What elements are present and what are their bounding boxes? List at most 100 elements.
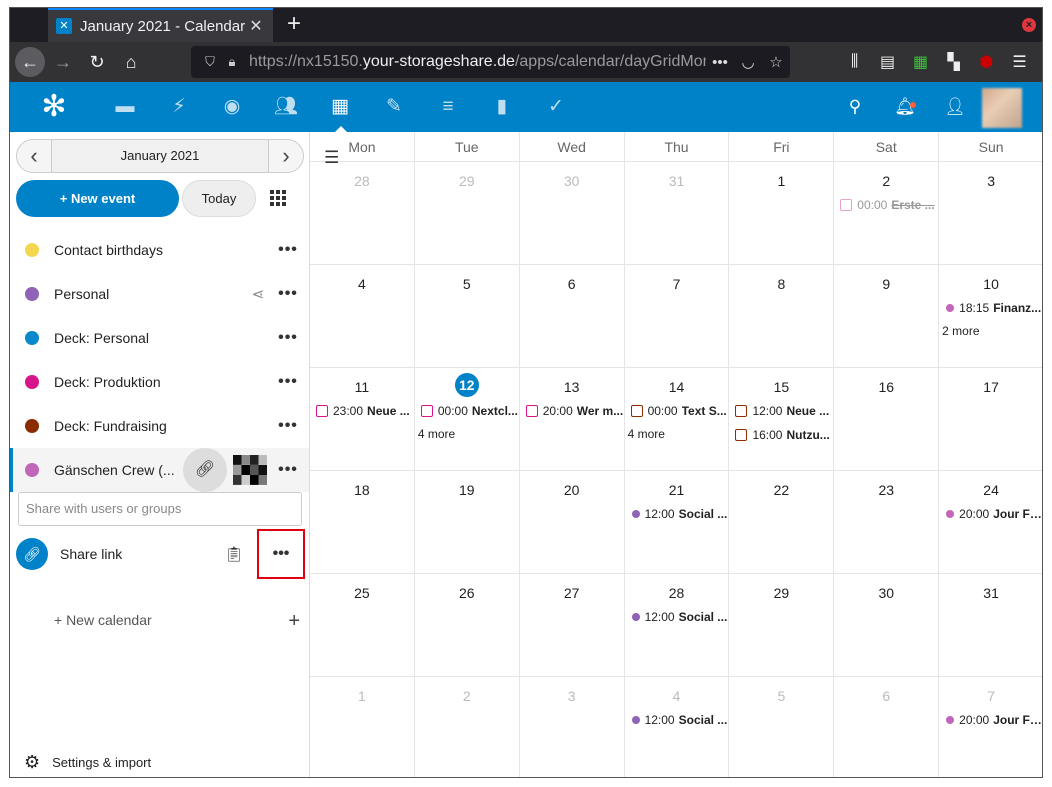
contacts-menu-icon[interactable]: 👤︎ (943, 95, 967, 119)
day-cell[interactable]: 9 (833, 265, 938, 367)
more-events-link[interactable]: 4 more (628, 427, 729, 441)
day-cell[interactable]: 7 (623, 265, 729, 367)
calendar-name[interactable]: Deck: Fundraising (54, 418, 273, 434)
day-number[interactable]: 18 (310, 480, 414, 500)
calendar-more-button[interactable]: ••• (273, 461, 303, 479)
add-icon[interactable]: + (288, 611, 300, 632)
day-cell[interactable]: 15 12:00 Neue ... 16:00 Nutzu... (728, 368, 833, 470)
day-number[interactable]: 28 (625, 583, 729, 603)
share-link-more-button[interactable]: ••• (257, 529, 305, 579)
calendar-event[interactable]: 20:00 Wer m... (525, 401, 624, 421)
day-cell[interactable]: 4 12:00 Social ... (623, 677, 729, 777)
home-button[interactable]: ⌂ (115, 46, 147, 78)
calendar-name[interactable]: Personal (54, 286, 243, 302)
day-number[interactable]: 30 (834, 583, 938, 603)
day-cell[interactable]: 17 (938, 368, 1042, 470)
calendar-app-icon[interactable]: ▦ (328, 95, 352, 119)
day-cell[interactable]: 30 (833, 574, 938, 676)
day-cell[interactable]: 14 00:00 Text S... 4 more (623, 368, 729, 470)
nextcloud-logo-icon[interactable]: ✻ (34, 90, 74, 124)
day-cell[interactable]: 1 (310, 677, 414, 777)
extension-grid-icon[interactable]: ▚ (937, 52, 970, 72)
sidebar-icon[interactable]: ▤ (871, 52, 904, 72)
day-number[interactable]: 28 (310, 171, 414, 191)
calendar-event[interactable]: 16:00 Nutzu... (735, 425, 833, 445)
calendar-event[interactable]: 12:00 Social ... (631, 504, 729, 524)
day-cell[interactable]: 29 (413, 162, 519, 264)
url-bar[interactable]: ⛉ 🔒︎ https://nx15150.your-storageshare.d… (191, 46, 790, 78)
day-cell[interactable]: 8 (728, 265, 833, 367)
calendar-more-button[interactable]: ••• (273, 417, 303, 435)
calendar-name[interactable]: Contact birthdays (54, 242, 273, 258)
previous-month-button[interactable]: ‹ (17, 143, 51, 169)
calendar-color-dot[interactable] (25, 287, 39, 301)
day-cell[interactable]: 28 (310, 162, 414, 264)
day-cell[interactable]: 28 12:00 Social ... (623, 574, 729, 676)
day-cell[interactable]: 4 (310, 265, 414, 367)
day-cell[interactable]: 2 00:00 Erste ... (833, 162, 938, 264)
activity-app-icon[interactable]: ⚡ (167, 95, 191, 119)
reload-button[interactable]: ↻ (81, 46, 113, 78)
day-cell[interactable]: 3 (518, 677, 624, 777)
day-number[interactable]: 3 (939, 171, 1042, 191)
day-number[interactable]: 19 (415, 480, 519, 500)
extension-green-icon[interactable]: ▦ (904, 52, 937, 72)
day-cell[interactable]: 3 (938, 162, 1042, 264)
day-number[interactable]: 22 (729, 480, 833, 500)
day-cell[interactable]: 21 12:00 Social ... (623, 471, 729, 573)
day-cell[interactable]: 20 (518, 471, 624, 573)
calendar-item[interactable]: Deck: Produktion ••• (10, 360, 309, 404)
day-cell[interactable]: 30 (518, 162, 624, 264)
calendar-more-button[interactable]: ••• (273, 329, 303, 347)
day-cell[interactable]: 23 (833, 471, 938, 573)
forward-button[interactable]: → (47, 46, 79, 78)
day-number[interactable]: 1 (729, 171, 833, 191)
day-number[interactable]: 29 (729, 583, 833, 603)
notes-app-icon[interactable]: ✎ (382, 95, 406, 119)
calendar-event[interactable]: 12:00 Social ... (631, 607, 729, 627)
calendar-name[interactable]: Deck: Personal (54, 330, 273, 346)
day-number[interactable]: 15 (729, 377, 833, 397)
day-number[interactable]: 27 (520, 583, 624, 603)
calendar-event[interactable]: 18:15 Finanz... (945, 298, 1042, 318)
day-number[interactable]: 5 (415, 274, 519, 294)
day-cell[interactable]: 24 20:00 Jour Fi... (938, 471, 1042, 573)
day-number[interactable]: 9 (834, 274, 938, 294)
calendar-event[interactable]: 20:00 Jour Fi... (945, 710, 1042, 730)
library-icon[interactable]: ⫼ (838, 53, 871, 71)
contacts-app-icon[interactable]: 👥︎ (274, 95, 298, 119)
bookmark-star-icon[interactable]: ☆ (762, 53, 790, 71)
more-events-link[interactable]: 2 more (942, 324, 1042, 338)
day-number[interactable]: 20 (520, 480, 624, 500)
day-cell[interactable]: 22 (728, 471, 833, 573)
day-number[interactable]: 13 (520, 377, 624, 397)
day-cell[interactable]: 18 (310, 471, 414, 573)
calendar-more-button[interactable]: ••• (273, 285, 303, 303)
calendar-event[interactable]: 12:00 Social ... (631, 710, 729, 730)
search-icon[interactable]: ⚲ (843, 95, 867, 119)
calendar-item[interactable]: Deck: Fundraising ••• (10, 404, 309, 448)
day-number[interactable]: 24 (939, 480, 1042, 500)
day-cell[interactable]: 27 (518, 574, 624, 676)
calendar-event[interactable]: 20:00 Jour Fi... (945, 504, 1042, 524)
day-number[interactable]: 2 (415, 686, 519, 706)
back-button[interactable]: ← (15, 47, 45, 77)
analytics-app-icon[interactable]: ▮ (490, 95, 514, 119)
calendar-more-button[interactable]: ••• (273, 373, 303, 391)
day-cell[interactable]: 26 (413, 574, 519, 676)
calendar-event[interactable]: 00:00 Text S... (630, 401, 729, 421)
new-tab-button[interactable]: + (280, 10, 308, 38)
next-month-button[interactable]: › (269, 143, 303, 169)
new-calendar-row[interactable]: + New calendar + (54, 611, 304, 632)
calendar-item[interactable]: Contact birthdays ••• (10, 228, 309, 272)
calendar-color-dot[interactable] (25, 419, 39, 433)
day-number[interactable]: 11 (310, 377, 414, 397)
calendar-name[interactable]: Gänschen Crew (... (54, 462, 183, 478)
calendar-event[interactable]: 23:00 Neue ... (316, 401, 414, 421)
search-app-icon[interactable]: ◉ (220, 95, 244, 119)
day-number[interactable]: 31 (939, 583, 1042, 603)
calendar-item[interactable]: Personal ⋖ ••• (10, 272, 309, 316)
day-number[interactable]: 21 (625, 480, 729, 500)
day-cell[interactable]: 6 (518, 265, 624, 367)
pocket-icon[interactable]: ◡ (734, 53, 762, 71)
